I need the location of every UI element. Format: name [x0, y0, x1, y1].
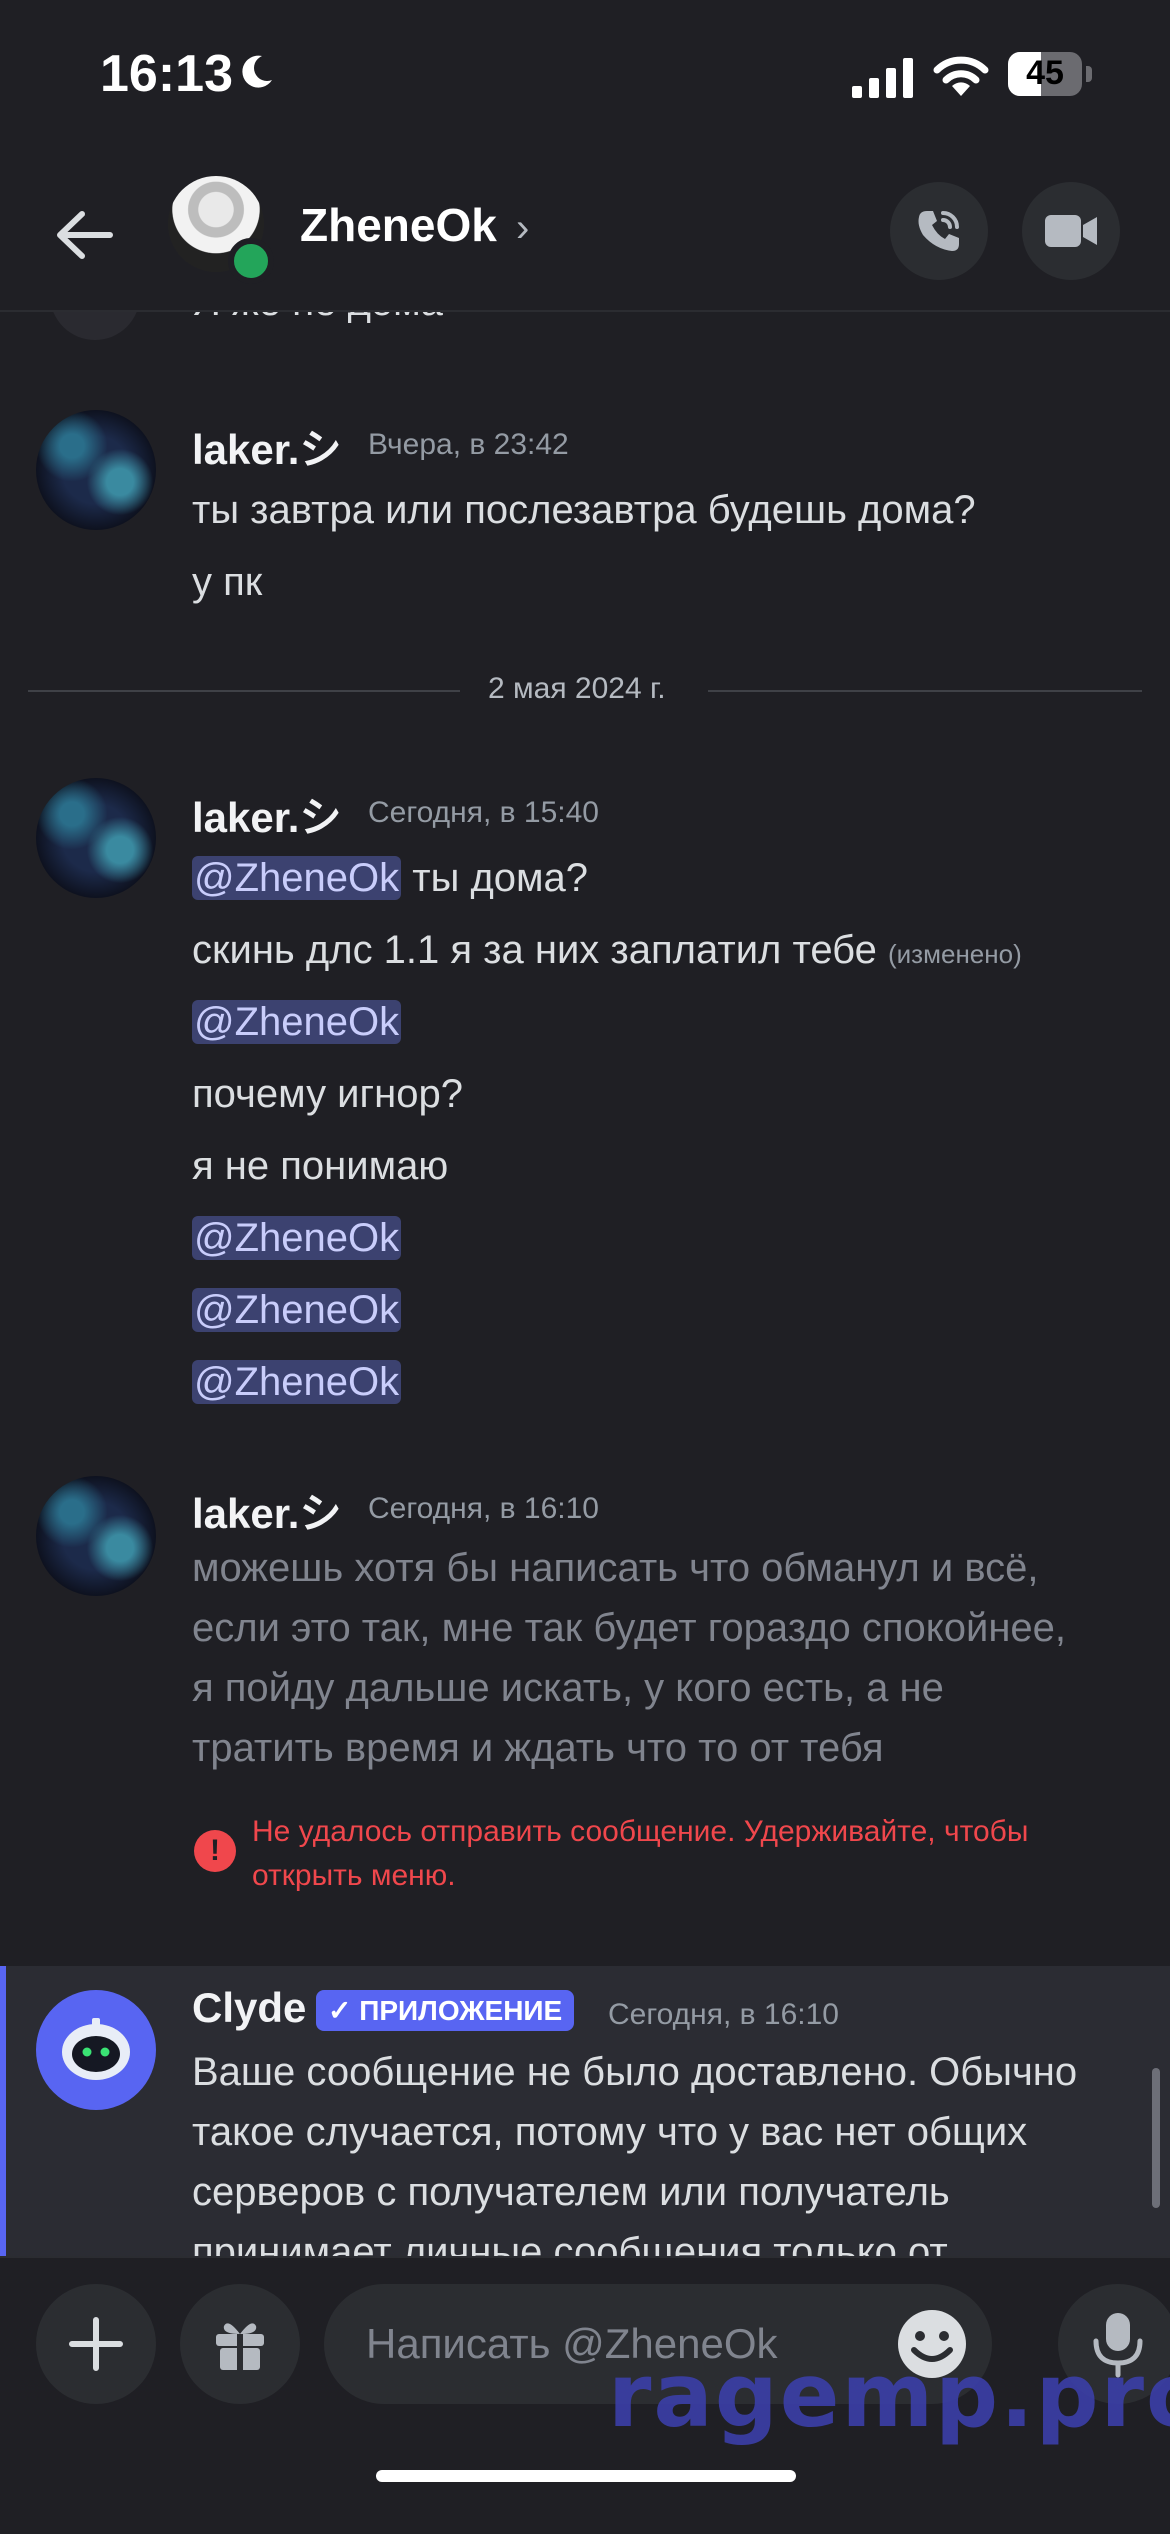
video-camera-icon [1045, 215, 1097, 247]
failed-message-text[interactable]: можешь хотя бы написать что обманул и вс… [192, 1538, 1038, 1598]
error-icon: ! [194, 1830, 236, 1872]
avatar[interactable] [36, 410, 156, 530]
message-text: серверов с получателем или получатель [192, 2170, 950, 2214]
phone-icon [918, 211, 959, 251]
checkmark-icon: ✓ [328, 1995, 360, 2026]
contact-name[interactable]: ZheneOk [300, 198, 497, 252]
home-indicator[interactable] [376, 2470, 796, 2482]
message-list[interactable]: Я же не дома laker.シ Вчера, в 23:42 ты з… [0, 312, 1170, 2254]
failed-message-text[interactable]: тратить время и ждать что то от тебя [192, 1718, 884, 1778]
user-mention[interactable]: @ZheneOk [192, 1360, 402, 1404]
message-line: @ZheneOk ты дома? [192, 856, 588, 901]
message-text: ты завтра или послезавтра будешь дома? [192, 488, 976, 532]
message-text: почему игнор? [192, 1072, 463, 1116]
divider [708, 690, 1142, 692]
app-badge-label: ПРИЛОЖЕНИЕ [359, 1995, 563, 2026]
message-author[interactable]: laker.シ [192, 416, 341, 477]
voice-call-button[interactable] [890, 182, 988, 280]
error-message: Не удалось отправить сообщение. Удержива… [252, 1815, 1029, 1848]
message-text: ты дома? [401, 856, 589, 900]
gift-icon [216, 2323, 264, 2370]
edited-label: (изменено) [888, 939, 1022, 969]
divider [28, 690, 460, 692]
message-text: Ваше сообщение не было доставлено. Обычн… [192, 2050, 1078, 2094]
avatar[interactable] [36, 778, 156, 898]
message-text: Я же не дома [192, 312, 443, 325]
error-message: открыть меню. [252, 1859, 456, 1892]
avatar[interactable] [36, 1476, 156, 1596]
message-author[interactable]: laker.シ [192, 1480, 341, 1541]
message-text: такое случается, потому что у вас нет об… [192, 2110, 1028, 2154]
watermark: ragemp.pro [608, 2344, 1170, 2447]
clyde-message[interactable]: Clyde ✓ ПРИЛОЖЕНИЕ Сегодня, в 16:10 Ваше… [0, 1966, 1170, 2256]
message-timestamp: Сегодня, в 16:10 [608, 1998, 839, 2031]
message-text: у пк [192, 560, 263, 604]
message-line: @ZheneOk [192, 1360, 402, 1405]
user-mention[interactable]: @ZheneOk [192, 1216, 402, 1260]
date-divider-label: 2 мая 2024 г. [488, 672, 666, 705]
message-text: принимает личные сообщения только от [192, 2230, 948, 2256]
message-timestamp: Вчера, в 23:42 [368, 428, 569, 461]
robot-icon [62, 2018, 130, 2080]
avatar [50, 312, 140, 340]
battery-level: 45 [1026, 54, 1064, 92]
add-attachment-button[interactable] [36, 2284, 156, 2404]
chevron-right-icon[interactable]: › [516, 206, 529, 251]
video-call-button[interactable] [1022, 182, 1120, 280]
message-timestamp: Сегодня, в 16:10 [368, 1492, 599, 1525]
message-text: я не понимаю [192, 1144, 449, 1188]
back-arrow-icon[interactable] [50, 200, 120, 270]
online-status-dot [228, 238, 274, 284]
user-mention[interactable]: @ZheneOk [192, 856, 402, 900]
status-time: 16:13 [100, 45, 233, 103]
message-text: скинь длс 1.1 я за них заплатил тебе [192, 928, 877, 972]
battery-indicator: 45 [1008, 52, 1092, 98]
cellular-signal-icon [852, 58, 913, 98]
message-line: @ZheneOk [192, 1288, 402, 1333]
message-composer: ragemp.pro [0, 2256, 1170, 2534]
moon-icon [242, 55, 272, 88]
message-line: @ZheneOk [192, 1000, 402, 1045]
app-badge: ✓ ПРИЛОЖЕНИЕ [316, 1990, 575, 2031]
failed-message-text[interactable]: я пойду дальше искать, у кого есть, а не [192, 1658, 944, 1718]
scrollbar[interactable] [1152, 2068, 1160, 2208]
message-author[interactable]: laker.シ [192, 784, 341, 845]
clyde-avatar[interactable] [36, 1990, 156, 2110]
message-author[interactable]: Clyde [192, 1984, 306, 2032]
chat-header: ZheneOk › [0, 160, 1170, 312]
user-mention[interactable]: @ZheneOk [192, 1000, 402, 1044]
wifi-icon [933, 56, 989, 96]
message-line: скинь длс 1.1 я за них заплатил тебе (из… [192, 928, 1022, 973]
message-line: @ZheneOk [192, 1216, 402, 1261]
user-mention[interactable]: @ZheneOk [192, 1288, 402, 1332]
plus-icon [69, 2317, 123, 2371]
failed-message-text[interactable]: если это так, мне так будет гораздо спок… [192, 1598, 1066, 1658]
gift-button[interactable] [180, 2284, 300, 2404]
message-timestamp: Сегодня, в 15:40 [368, 796, 599, 829]
